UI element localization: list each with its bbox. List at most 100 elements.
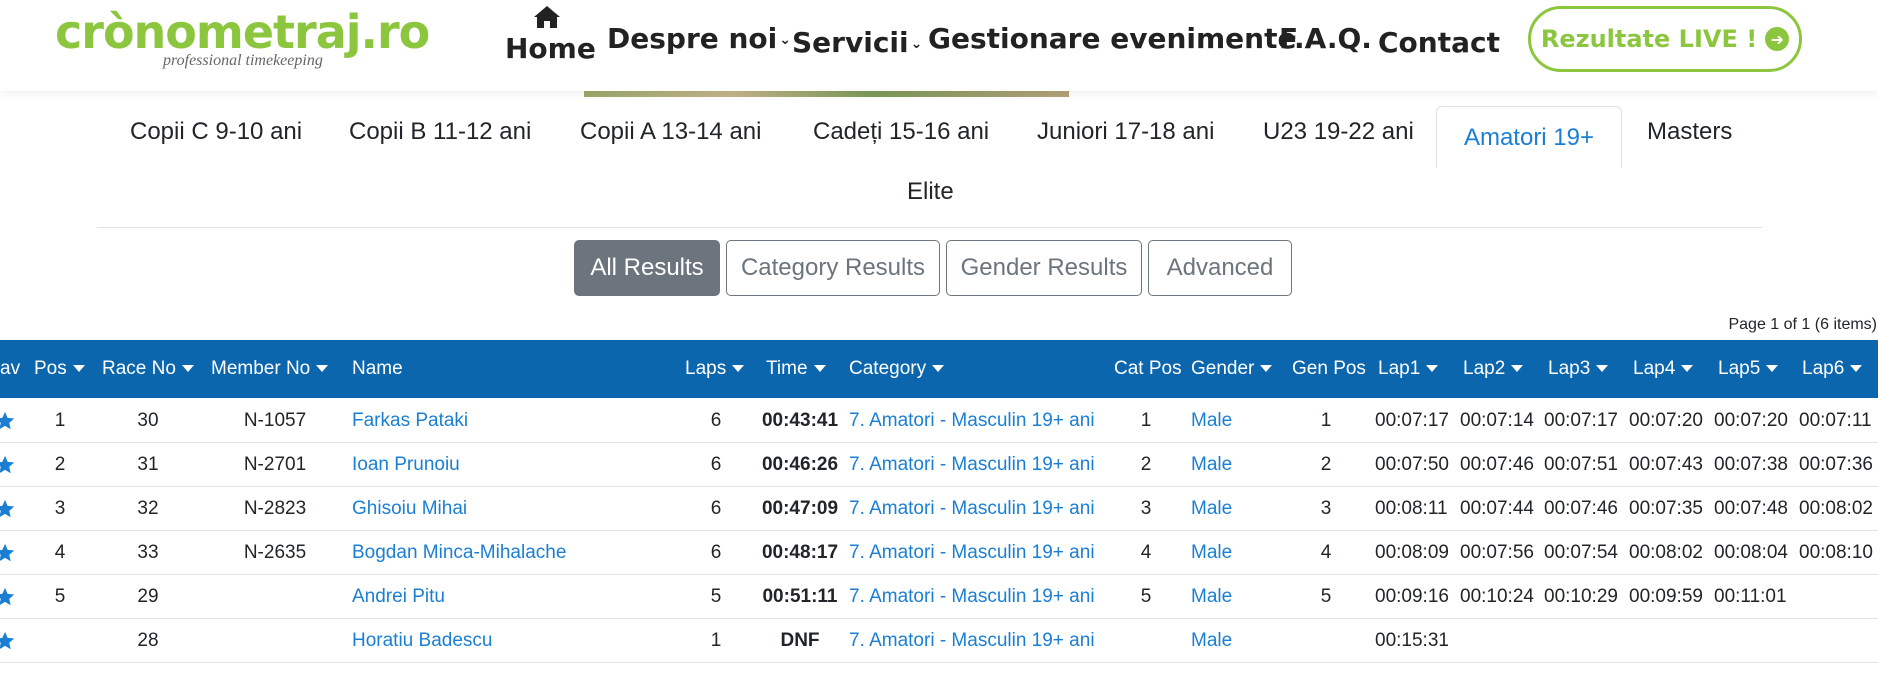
cell-member-no xyxy=(225,619,325,663)
chevron-down-icon: ⌄ xyxy=(910,36,923,52)
advanced-button[interactable]: Advanced xyxy=(1148,240,1292,296)
col-time[interactable]: Time xyxy=(766,340,826,398)
page-info: Page 1 of 1 (6 items) xyxy=(1728,316,1877,333)
col-lap5[interactable]: Lap5 xyxy=(1718,340,1779,398)
favorite-star-icon[interactable] xyxy=(0,498,16,520)
cell-name[interactable]: Farkas Pataki xyxy=(352,399,672,443)
site-header: crònometraj.ro professional timekeeping … xyxy=(0,0,1878,91)
nav-despre-noi[interactable]: Despre noi ⌄ xyxy=(607,22,791,55)
cell-lap3: 00:07:54 xyxy=(1544,542,1618,563)
cell-gender[interactable]: Male xyxy=(1191,531,1271,575)
col-fav: av xyxy=(0,358,21,379)
sort-caret-icon xyxy=(316,365,329,373)
cell-lap3: 00:10:29 xyxy=(1544,586,1618,607)
favorite-star-icon[interactable] xyxy=(0,410,16,432)
nav-despre-label: Despre noi xyxy=(607,22,778,55)
nav-servicii[interactable]: Servicii ⌄ xyxy=(792,26,922,59)
tab-amatori[interactable]: Amatori 19+ xyxy=(1436,106,1622,168)
col-lap2[interactable]: Lap2 xyxy=(1463,340,1524,398)
col-lap1[interactable]: Lap1 xyxy=(1378,340,1439,398)
live-results-button[interactable]: Rezultate LIVE ! ➜ xyxy=(1528,6,1802,72)
cell-category[interactable]: 7. Amatori - Masculin 19+ ani xyxy=(849,443,1109,487)
gender-results-button[interactable]: Gender Results xyxy=(946,240,1142,296)
cell-category[interactable]: 7. Amatori - Masculin 19+ ani xyxy=(849,575,1109,619)
category-results-button[interactable]: Category Results xyxy=(726,240,940,296)
col-lap6[interactable]: Lap6 xyxy=(1802,340,1863,398)
cell-pos: 2 xyxy=(54,454,66,475)
cell-lap2: 00:07:56 xyxy=(1460,542,1534,563)
cell-name[interactable]: Ioan Prunoiu xyxy=(352,443,672,487)
cell-pos: 1 xyxy=(54,410,66,431)
cell-name[interactable]: Horatiu Badescu xyxy=(352,619,672,663)
cell-name[interactable]: Bogdan Minca-Mihalache xyxy=(352,531,672,575)
nav-home[interactable]: Home xyxy=(505,4,596,64)
tabs-divider xyxy=(97,227,1762,228)
all-results-button[interactable]: All Results xyxy=(574,240,720,296)
tab-masters[interactable]: Masters xyxy=(1647,118,1732,146)
nav-contact[interactable]: Contact xyxy=(1378,26,1500,59)
cell-member-no: N-2823 xyxy=(243,498,307,519)
cell-lap2: 00:10:24 xyxy=(1460,586,1534,607)
site-logo[interactable]: crònometraj.ro professional timekeeping xyxy=(55,4,435,74)
col-race-no[interactable]: Race No xyxy=(102,340,194,398)
col-lap4[interactable]: Lap4 xyxy=(1633,340,1694,398)
col-laps[interactable]: Laps xyxy=(685,340,745,398)
cell-gender[interactable]: Male xyxy=(1191,443,1271,487)
cell-lap2 xyxy=(1460,619,1540,663)
tab-copii-b[interactable]: Copii B 11-12 ani xyxy=(349,118,531,146)
cell-gender[interactable]: Male xyxy=(1191,487,1271,531)
cell-lap4 xyxy=(1629,619,1709,663)
sort-caret-icon xyxy=(1850,365,1863,373)
logo-tagline: professional timekeeping xyxy=(163,52,323,69)
cell-lap1: 00:08:09 xyxy=(1375,542,1449,563)
cell-gen-pos: 1 xyxy=(1320,410,1332,431)
favorite-star-icon[interactable] xyxy=(0,454,16,476)
chevron-down-icon: ⌄ xyxy=(779,32,791,48)
col-pos[interactable]: Pos xyxy=(34,340,85,398)
cell-name[interactable]: Andrei Pitu xyxy=(352,575,672,619)
tab-u23[interactable]: U23 19-22 ani xyxy=(1263,118,1414,146)
nav-gestionare-evenimente[interactable]: Gestionare evenimente xyxy=(928,22,1296,55)
cell-category[interactable]: 7. Amatori - Masculin 19+ ani xyxy=(849,531,1109,575)
sort-caret-icon xyxy=(72,365,85,373)
col-gender[interactable]: Gender xyxy=(1191,340,1273,398)
cell-gen-pos: 2 xyxy=(1320,454,1332,475)
cell-lap1: 00:07:17 xyxy=(1375,410,1449,431)
favorite-star-icon[interactable] xyxy=(0,630,16,652)
col-category[interactable]: Category xyxy=(849,340,945,398)
cell-category[interactable]: 7. Amatori - Masculin 19+ ani xyxy=(849,487,1109,531)
cell-time: DNF xyxy=(780,630,820,651)
cell-cat-pos: 1 xyxy=(1140,410,1152,431)
cell-category[interactable]: 7. Amatori - Masculin 19+ ani xyxy=(849,619,1109,663)
cell-name[interactable]: Ghisoiu Mihai xyxy=(352,487,672,531)
col-lap3[interactable]: Lap3 xyxy=(1548,340,1609,398)
cell-member-no: N-1057 xyxy=(243,410,307,431)
tab-juniori[interactable]: Juniori 17-18 ani xyxy=(1037,118,1214,146)
cell-time: 00:47:09 xyxy=(761,498,839,519)
home-icon xyxy=(505,4,589,34)
favorite-star-icon[interactable] xyxy=(0,542,16,564)
cell-pos: 4 xyxy=(54,542,66,563)
tab-elite[interactable]: Elite xyxy=(907,178,954,206)
sort-caret-icon xyxy=(1260,365,1273,373)
tab-copii-c[interactable]: Copii C 9-10 ani xyxy=(130,118,302,146)
col-member-no[interactable]: Member No xyxy=(211,340,329,398)
sort-caret-icon xyxy=(181,365,194,373)
cell-gender[interactable]: Male xyxy=(1191,619,1271,663)
nav-faq[interactable]: F.A.Q. xyxy=(1279,22,1372,55)
cell-gen-pos xyxy=(1292,619,1360,663)
tab-cadeti[interactable]: Cadeți 15-16 ani xyxy=(813,118,989,146)
favorite-star-icon[interactable] xyxy=(0,586,16,608)
cell-lap2: 00:07:14 xyxy=(1460,410,1534,431)
cell-gender[interactable]: Male xyxy=(1191,399,1271,443)
cell-lap1: 00:09:16 xyxy=(1375,586,1449,607)
col-gen-pos: Gen Pos xyxy=(1292,358,1366,379)
cell-lap4: 00:09:59 xyxy=(1629,586,1703,607)
sort-caret-icon xyxy=(1766,365,1779,373)
cell-lap5 xyxy=(1714,619,1794,663)
sort-caret-icon xyxy=(1596,365,1609,373)
tab-copii-a[interactable]: Copii A 13-14 ani xyxy=(580,118,761,146)
cell-pos: 5 xyxy=(54,586,66,607)
cell-category[interactable]: 7. Amatori - Masculin 19+ ani xyxy=(849,399,1109,443)
cell-gender[interactable]: Male xyxy=(1191,575,1271,619)
